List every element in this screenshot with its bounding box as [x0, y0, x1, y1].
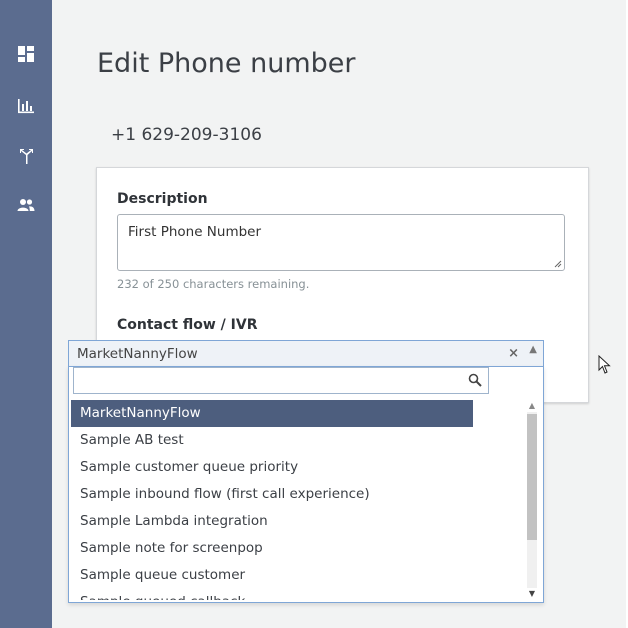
dropdown-options-list: MarketNannyFlow Sample AB test Sample cu…: [71, 400, 473, 600]
clear-selection-icon[interactable]: ×: [508, 346, 519, 361]
routing-icon[interactable]: [16, 146, 36, 166]
mouse-cursor-icon: [598, 355, 611, 374]
description-textarea[interactable]: First Phone Number: [117, 214, 565, 271]
description-label: Description: [117, 191, 208, 207]
dropdown-search-input[interactable]: [78, 369, 463, 392]
contact-flow-dropdown: MarketNannyFlow Sample AB test Sample cu…: [68, 366, 544, 603]
users-icon[interactable]: [16, 195, 36, 215]
dropdown-option[interactable]: Sample queue customer: [71, 562, 473, 589]
dropdown-option[interactable]: Sample inbound flow (first call experien…: [71, 481, 473, 508]
chars-remaining: 232 of 250 characters remaining.: [117, 277, 310, 291]
chevron-up-icon[interactable]: ▲: [529, 344, 537, 355]
dropdown-option[interactable]: Sample queued callback: [71, 589, 473, 600]
contact-flow-select[interactable]: MarketNannyFlow × ▲: [68, 340, 544, 367]
dropdown-option[interactable]: Sample customer queue priority: [71, 454, 473, 481]
resize-handle-icon[interactable]: [554, 260, 562, 268]
description-value: First Phone Number: [128, 224, 262, 240]
search-icon: [468, 373, 482, 387]
dropdown-option[interactable]: MarketNannyFlow: [71, 400, 473, 427]
contact-flow-selected-value: MarketNannyFlow: [77, 346, 198, 362]
dropdown-option[interactable]: Sample note for screenpop: [71, 535, 473, 562]
page-title: Edit Phone number: [97, 48, 356, 79]
scroll-down-icon[interactable]: ▼: [525, 588, 539, 600]
sidebar: [0, 0, 52, 628]
dashboard-icon[interactable]: [16, 44, 36, 64]
scroll-up-icon[interactable]: ▲: [525, 400, 539, 412]
contact-flow-label: Contact flow / IVR: [117, 317, 258, 333]
dropdown-search-box[interactable]: [73, 367, 489, 394]
dropdown-scrollbar[interactable]: ▲ ▼: [525, 400, 539, 600]
metrics-icon[interactable]: [16, 96, 36, 116]
dropdown-option[interactable]: Sample AB test: [71, 427, 473, 454]
scroll-thumb[interactable]: [527, 414, 537, 540]
dropdown-option[interactable]: Sample Lambda integration: [71, 508, 473, 535]
phone-number: +1 629-209-3106: [111, 125, 262, 145]
